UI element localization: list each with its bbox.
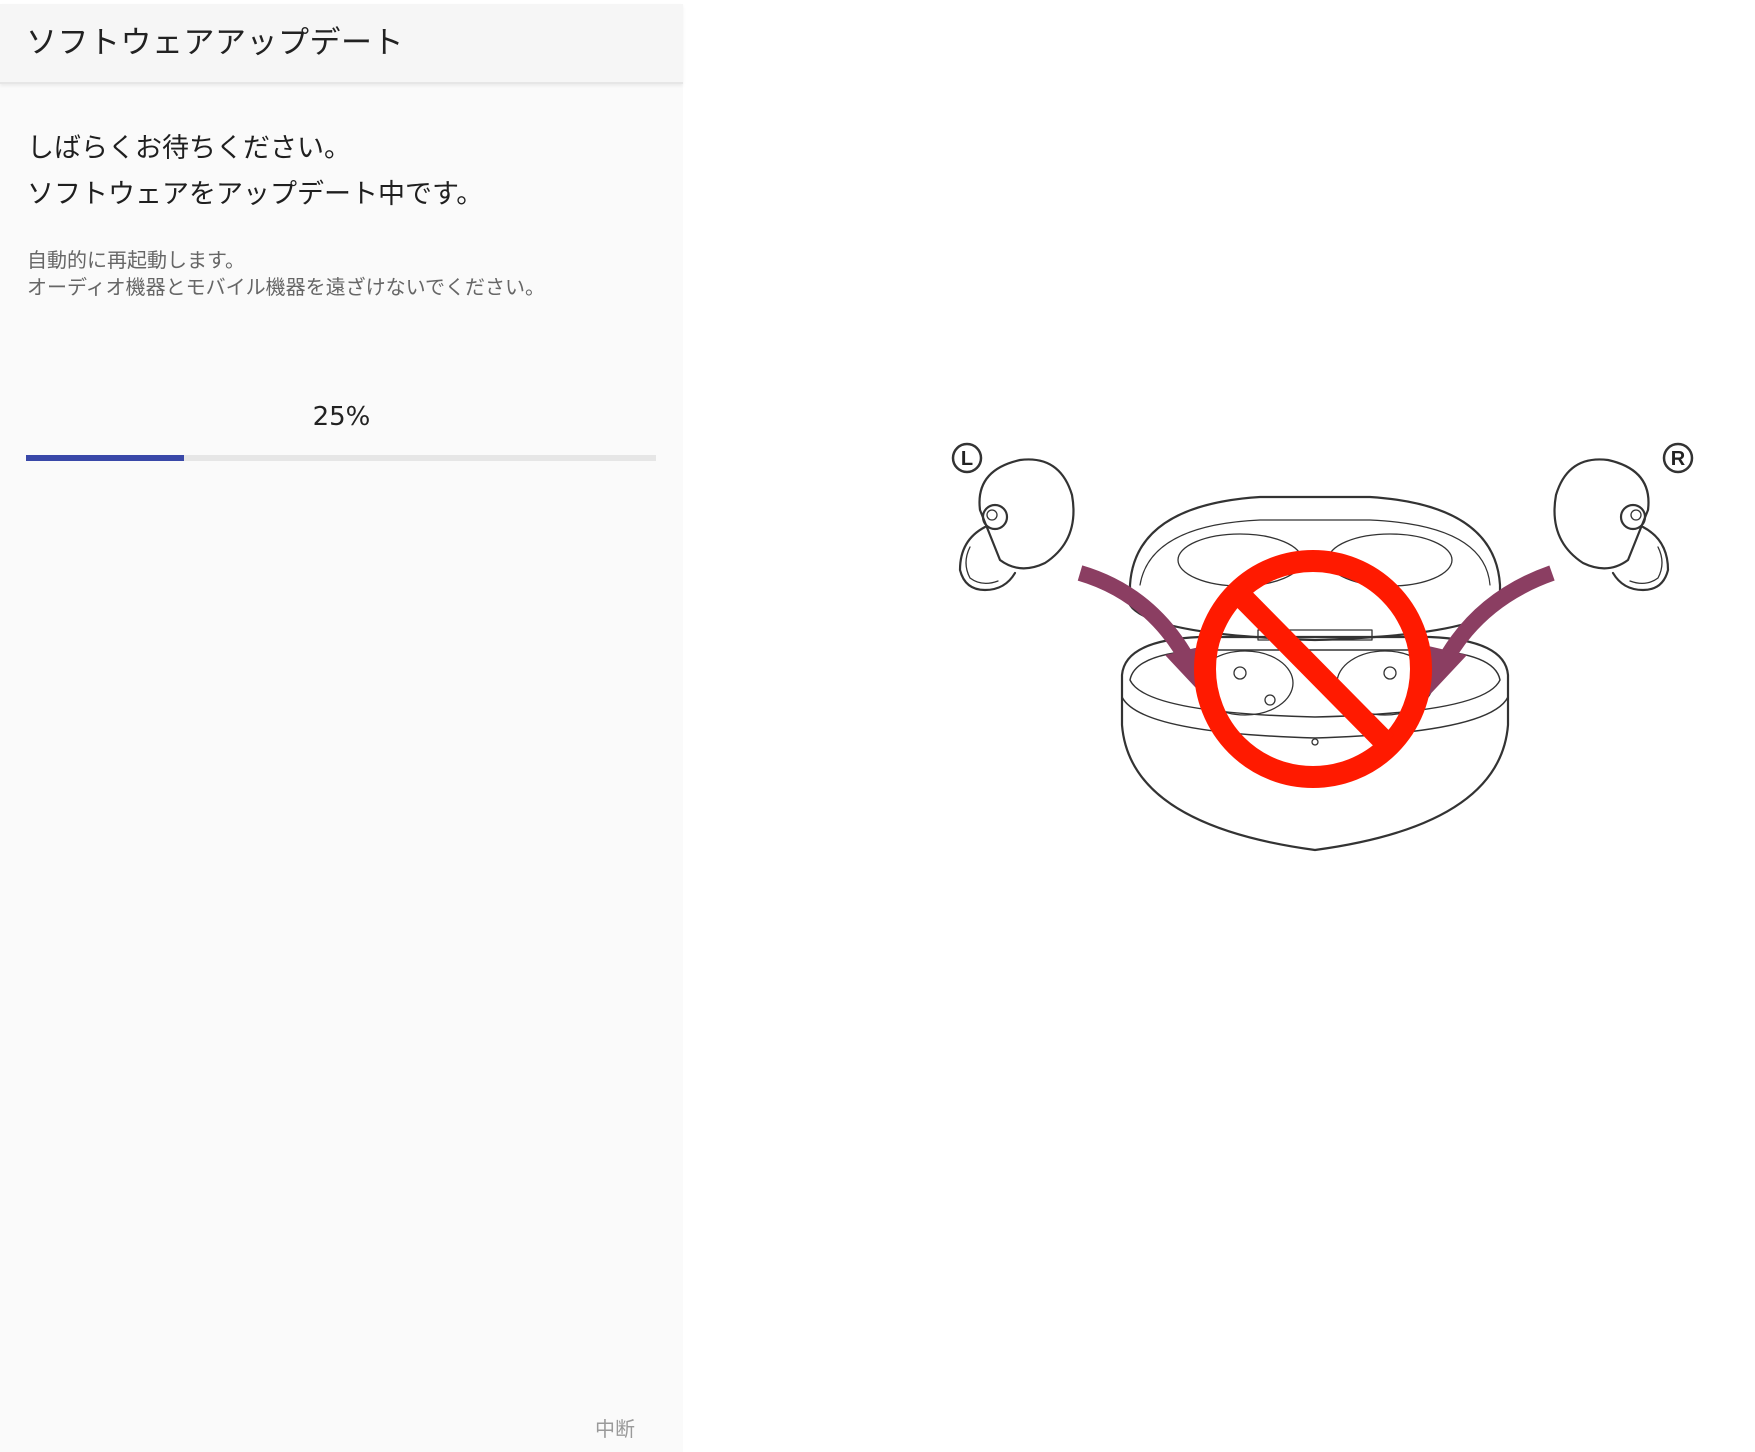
page-title: ソフトウェアアップデート — [26, 24, 404, 61]
progress-percentage: 25% — [312, 402, 371, 432]
right-earbud — [1553, 458, 1670, 592]
notice-line-2: オーディオ機器とモバイル機器を遠ざけないでください。 — [27, 275, 545, 299]
left-marker-label: L — [961, 448, 973, 470]
update-panel: ソフトウェアアップデート しばらくお待ちください。 ソフトウェアをアップデート中… — [0, 4, 683, 1452]
status-message-line-1: しばらくお待ちください。 — [27, 133, 351, 164]
screen: ソフトウェアアップデート しばらくお待ちください。 ソフトウェアをアップデート中… — [0, 0, 1755, 1452]
progress-bar — [26, 455, 656, 461]
left-earbud — [958, 458, 1075, 592]
status-message: しばらくお待ちください。 ソフトウェアをアップデート中です。 — [27, 126, 483, 218]
status-message-line-2: ソフトウェアをアップデート中です。 — [27, 179, 484, 210]
progress-bar-fill — [26, 455, 184, 461]
earbuds-case-illustration: L R — [951, 442, 1694, 852]
app-header: ソフトウェアアップデート — [0, 4, 683, 84]
cancel-button[interactable]: 中断 — [575, 1411, 655, 1447]
right-marker-label: R — [1671, 448, 1686, 470]
notice-text: 自動的に再起動します。 オーディオ機器とモバイル機器を遠ざけないでください。 — [27, 247, 545, 301]
notice-line-1: 自動的に再起動します。 — [27, 248, 245, 272]
